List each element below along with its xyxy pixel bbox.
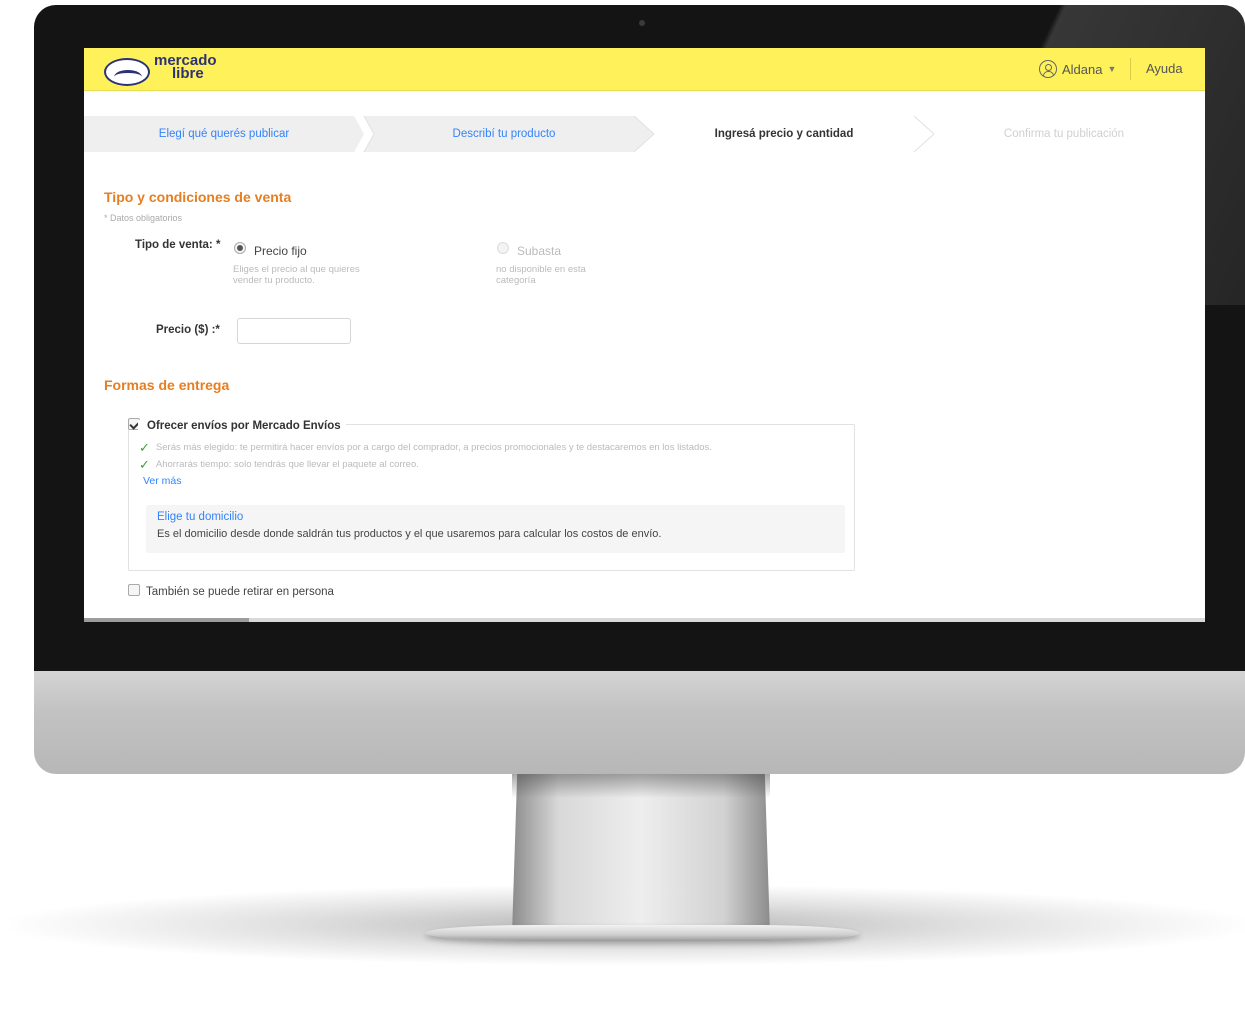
camera-icon (639, 20, 645, 26)
help-link[interactable]: Ayuda (1146, 61, 1183, 76)
step-confirm: Confirma tu publicación (924, 116, 1204, 152)
top-bar: mercado libre Aldana ▼ Ayuda (84, 48, 1205, 91)
benefit-item: ✓ Serás más elegido: te permitirá hacer … (139, 439, 712, 455)
fixed-price-label[interactable]: Precio fijo (254, 244, 307, 258)
auction-help: no disponible en esta categoría (496, 264, 586, 286)
user-menu[interactable]: Aldana ▼ (1039, 59, 1116, 79)
fixed-price-radio[interactable] (234, 242, 246, 254)
step-label: Ingresá precio y cantidad (714, 128, 854, 140)
check-icon: ✓ (139, 439, 150, 455)
step-separator-icon (354, 116, 374, 152)
monitor-chin (34, 671, 1245, 774)
step-label: Elegí qué querés publicar (158, 128, 290, 140)
monitor-stand-base (425, 925, 860, 941)
step-separator-icon (634, 116, 654, 152)
price-input[interactable] (237, 318, 351, 344)
logo-text: mercado libre (154, 53, 244, 81)
topbar-divider (1130, 58, 1131, 80)
mercadolibre-logo[interactable]: mercado libre (104, 53, 244, 86)
price-label: Precio ($) :* (156, 324, 220, 336)
step-price-quantity[interactable]: Ingresá precio y cantidad (644, 116, 934, 152)
step-choose-item[interactable]: Elegí qué querés publicar (84, 116, 374, 152)
address-panel: Elige tu domicilio Es el domicilio desde… (146, 505, 845, 553)
pickup-checkbox[interactable] (128, 584, 140, 596)
user-avatar-icon (1039, 60, 1057, 78)
required-note: * Datos obligatorios (104, 213, 183, 223)
delivery-section-title: Formas de entrega (104, 377, 230, 393)
step-label: Confirma tu publicación (1003, 128, 1125, 140)
chevron-down-icon: ▼ (1107, 64, 1117, 74)
auction-radio[interactable] (497, 242, 509, 254)
monitor-stand-neck (512, 774, 770, 934)
see-more-link[interactable]: Ver más (143, 475, 182, 487)
fixed-price-help: Eliges el precio al que quieres vender t… (233, 264, 360, 286)
pickup-label[interactable]: También se puede retirar en persona (146, 586, 334, 598)
user-name: Aldana (1062, 61, 1103, 77)
sale-section-title: Tipo y condiciones de venta (104, 189, 292, 205)
progress-stepper: Elegí qué querés publicar Describí tu pr… (84, 116, 1205, 152)
address-description: Es el domicilio desde donde saldrán tus … (157, 528, 662, 540)
monitor-stand-shade (512, 774, 770, 798)
auction-label: Subasta (517, 244, 562, 258)
step-separator-icon (914, 116, 934, 152)
mercado-envios-label[interactable]: Ofrecer envíos por Mercado Envíos (138, 420, 346, 432)
handshake-icon (104, 58, 150, 86)
choose-address-link[interactable]: Elige tu domicilio (157, 511, 243, 523)
step-label: Describí tu producto (452, 128, 556, 140)
benefit-item: ✓ Ahorrarás tiempo: solo tendrás que lle… (139, 456, 419, 472)
sale-type-label: Tipo de venta: * (135, 239, 221, 251)
horizontal-scrollbar[interactable] (84, 618, 1205, 622)
screen: mercado libre Aldana ▼ Ayuda Elegí qué q… (84, 48, 1205, 622)
check-icon: ✓ (139, 456, 150, 472)
step-describe-product[interactable]: Describí tu producto (364, 116, 654, 152)
